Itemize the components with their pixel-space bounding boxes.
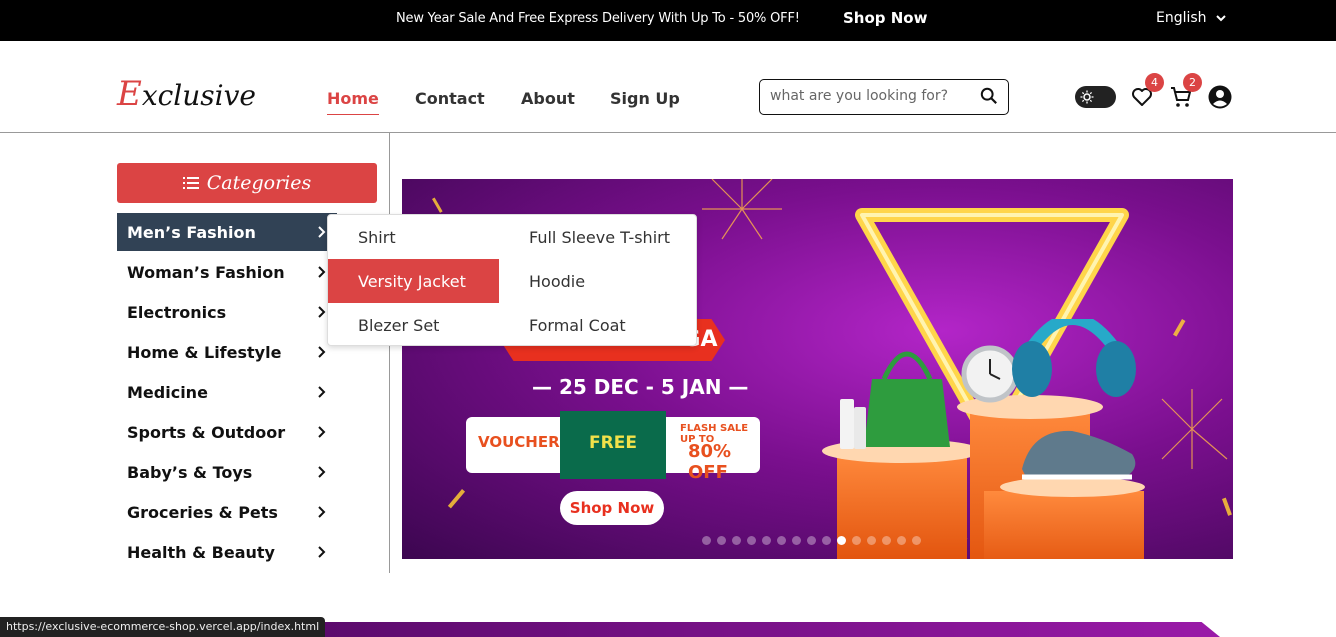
submenu-item-formal-coat[interactable]: Formal Coat bbox=[499, 303, 697, 347]
slide-dot[interactable] bbox=[702, 536, 711, 545]
category-groceries-pets[interactable]: Groceries & Pets bbox=[117, 493, 337, 531]
sidebar-divider bbox=[389, 133, 390, 573]
mens-fashion-submenu: Shirt Full Sleeve T-shirt Versity Jacket… bbox=[327, 214, 697, 346]
offer-box: VOUCHER MAX FREE DELIVERY FLASH SALE UP … bbox=[466, 411, 760, 517]
category-label: Sports & Outdoor bbox=[127, 422, 286, 442]
sale-dates: — 25 DEC - 5 JAN — bbox=[532, 375, 749, 399]
slide-dot[interactable] bbox=[762, 536, 771, 545]
chevron-right-icon bbox=[318, 546, 326, 558]
podium-right bbox=[984, 491, 1144, 559]
category-sports-outdoor[interactable]: Sports & Outdoor bbox=[117, 413, 337, 451]
category-label: Electronics bbox=[127, 302, 227, 322]
category-label: Baby’s & Toys bbox=[127, 462, 253, 482]
chevron-right-icon bbox=[318, 426, 326, 438]
search-icon[interactable] bbox=[980, 87, 998, 105]
submenu-item-shirt[interactable]: Shirt bbox=[328, 215, 499, 259]
category-label: Home & Lifestyle bbox=[127, 342, 282, 362]
categories-label: Categories bbox=[206, 172, 312, 194]
submenu-item-blezer-set[interactable]: Blezer Set bbox=[328, 303, 499, 347]
category-babys-toys[interactable]: Baby’s & Toys bbox=[117, 453, 337, 491]
wishlist-count-badge: 4 bbox=[1145, 73, 1164, 92]
nav-sign-up[interactable]: Sign Up bbox=[610, 89, 680, 108]
slide-dot[interactable] bbox=[747, 536, 756, 545]
category-label: Men’s Fashion bbox=[127, 222, 256, 242]
banner-shop-now-button[interactable]: Shop Now bbox=[560, 491, 664, 525]
chevron-right-icon bbox=[318, 386, 326, 398]
flash-sale-percent: 80% OFF bbox=[688, 441, 732, 483]
chevron-right-icon bbox=[318, 506, 326, 518]
products-illustration bbox=[840, 319, 1136, 480]
submenu-item-full-sleeve-tshirt[interactable]: Full Sleeve T-shirt bbox=[499, 215, 697, 259]
slide-dot[interactable] bbox=[882, 536, 891, 545]
category-medicine[interactable]: Medicine bbox=[117, 373, 337, 411]
chevron-down-icon bbox=[1215, 15, 1226, 22]
promo-text: New Year Sale And Free Express Delivery … bbox=[396, 11, 800, 26]
nav-home[interactable]: Home bbox=[327, 89, 379, 115]
category-mens-fashion[interactable]: Men’s Fashion bbox=[117, 213, 337, 251]
next-section-banner bbox=[300, 622, 1220, 637]
category-health-beauty[interactable]: Health & Beauty bbox=[117, 533, 337, 571]
search-box bbox=[759, 79, 1009, 115]
free-delivery-text: FREE DELIVERY bbox=[560, 411, 666, 517]
category-label: Health & Beauty bbox=[127, 542, 275, 562]
slide-dot-active[interactable] bbox=[837, 536, 846, 545]
list-icon bbox=[182, 177, 199, 189]
promo-bar: New Year Sale And Free Express Delivery … bbox=[0, 0, 1336, 41]
language-label: English bbox=[1156, 10, 1207, 26]
language-select[interactable]: English bbox=[1156, 10, 1227, 26]
theme-toggle[interactable] bbox=[1075, 86, 1116, 108]
slide-dot[interactable] bbox=[717, 536, 726, 545]
category-label: Medicine bbox=[127, 382, 208, 402]
submenu-item-versity-jacket[interactable]: Versity Jacket bbox=[328, 259, 499, 303]
slide-dot[interactable] bbox=[807, 536, 816, 545]
categories-button[interactable]: Categories bbox=[117, 163, 377, 203]
slide-dot[interactable] bbox=[912, 536, 921, 545]
slide-dot[interactable] bbox=[792, 536, 801, 545]
sun-icon bbox=[1080, 90, 1094, 104]
category-label: Groceries & Pets bbox=[127, 502, 278, 522]
user-icon[interactable] bbox=[1208, 85, 1232, 109]
status-bar-url: https://exclusive-ecommerce-shop.vercel.… bbox=[0, 617, 326, 637]
category-womans-fashion[interactable]: Woman’s Fashion bbox=[117, 253, 337, 291]
slide-dot[interactable] bbox=[822, 536, 831, 545]
slide-dot[interactable] bbox=[777, 536, 786, 545]
nav-about[interactable]: About bbox=[521, 89, 575, 108]
search-input[interactable] bbox=[770, 88, 970, 104]
chevron-right-icon bbox=[318, 346, 326, 358]
slider-dots bbox=[702, 536, 921, 545]
category-label: Woman’s Fashion bbox=[127, 262, 285, 282]
cart-count-badge: 2 bbox=[1183, 73, 1202, 92]
promo-shop-now-link[interactable]: Shop Now bbox=[843, 9, 927, 27]
chevron-right-icon bbox=[318, 466, 326, 478]
slide-dot[interactable] bbox=[867, 536, 876, 545]
category-home-lifestyle[interactable]: Home & Lifestyle bbox=[117, 333, 337, 371]
slide-dot[interactable] bbox=[732, 536, 741, 545]
site-header: Exclusive Home Contact About Sign Up 4 2 bbox=[0, 41, 1336, 133]
slide-dot[interactable] bbox=[897, 536, 906, 545]
slide-dot[interactable] bbox=[852, 536, 861, 545]
nav-contact[interactable]: Contact bbox=[415, 89, 485, 108]
submenu-item-hoodie[interactable]: Hoodie bbox=[499, 259, 697, 303]
category-electronics[interactable]: Electronics bbox=[117, 293, 337, 331]
site-logo[interactable]: Exclusive bbox=[117, 74, 256, 114]
